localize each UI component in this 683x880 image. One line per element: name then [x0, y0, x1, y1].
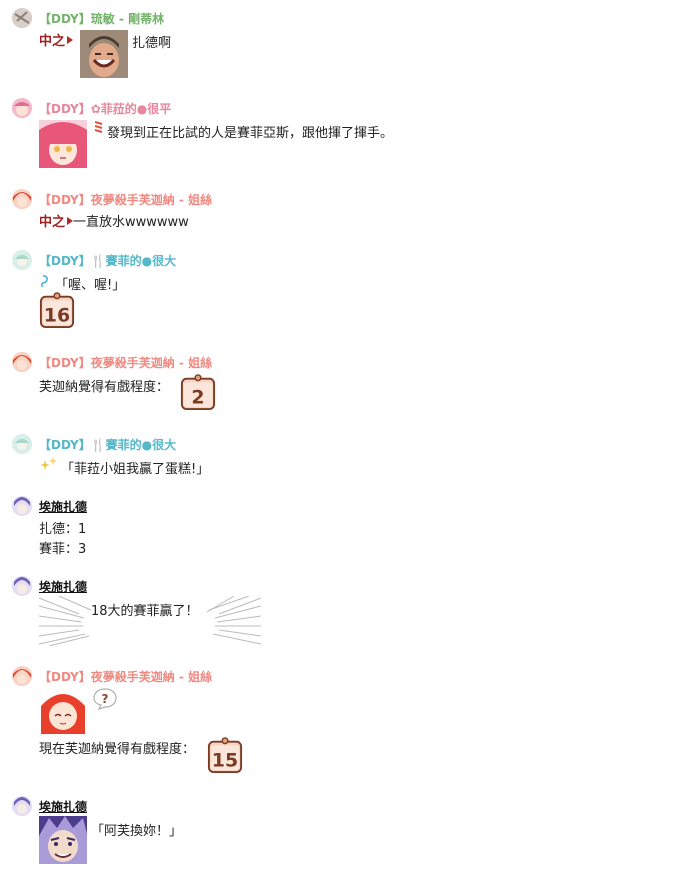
purple-avatar[interactable]: [12, 496, 32, 516]
counter-value: 15: [212, 749, 238, 771]
sender-name[interactable]: 【DDY】琉敏 - 剛蒂林: [39, 10, 164, 27]
sender-name[interactable]: 埃施扎德: [39, 578, 87, 595]
red-girl-smiling[interactable]: [39, 686, 87, 734]
sender-name[interactable]: 【DDY】🍴賽菲的●很大: [39, 252, 176, 269]
scribble-icon: [94, 121, 103, 133]
message-text: 扎德：1: [39, 522, 87, 537]
pink-girl-portrait[interactable]: [39, 120, 87, 168]
red-girl-avatar[interactable]: [12, 189, 32, 209]
chat-message: 埃施扎德 18大的賽菲贏了！: [12, 576, 673, 650]
sender-name[interactable]: 【DDY】✿菲菈的●很平: [39, 100, 171, 117]
chat-message: 【DDY】夜夢殺手芙迦納 - 姐絲 中之 一直放水wwwwww: [12, 189, 673, 230]
message-text: 「喔、喔!」: [55, 278, 126, 293]
purple-avatar[interactable]: [12, 576, 32, 596]
chat-message: 埃施扎德 「阿芙換妳！」: [12, 796, 673, 872]
tag-label: 中之: [39, 215, 66, 230]
purple-man-portrait[interactable]: [39, 816, 87, 864]
chat-message: 【DDY】✿菲菈的●很平 發現到正在比試的人是賽菲亞斯，跟他揮了揮手。: [12, 98, 673, 170]
message-text: 發現到正在比試的人是賽菲亞斯，跟他揮了揮手。: [107, 126, 394, 141]
ryumin-avatar[interactable]: [12, 8, 32, 28]
message-text: 「菲菈小姐我贏了蛋糕!」: [61, 462, 210, 477]
message-text: 18大的賽菲贏了！: [91, 604, 199, 619]
chat-message: 【DDY】夜夢殺手芙迦納 - 姐絲 芙迦納覺得有戲程度： 2: [12, 352, 673, 414]
message-text: 現在芙迦納覺得有戲程度：: [39, 742, 196, 757]
sender-name[interactable]: 【DDY】夜夢殺手芙迦納 - 姐絲: [39, 191, 212, 208]
teal-avatar[interactable]: [12, 434, 32, 454]
chat-message: 埃施扎德 扎德：1 賽菲：3: [12, 496, 673, 557]
message-text: 一直放水wwwwww: [73, 215, 189, 230]
message-text: 芙迦納覺得有戲程度：: [39, 380, 170, 395]
triangle-icon: [67, 36, 74, 44]
red-girl-avatar[interactable]: [12, 352, 32, 372]
note-icon: [41, 275, 48, 287]
counter-badge-icon: 16: [39, 292, 75, 328]
sparkle-icon: [40, 457, 57, 470]
svg-text:?: ?: [102, 692, 109, 706]
teal-avatar[interactable]: [12, 250, 32, 270]
question-bubble-icon: ?: [93, 688, 117, 710]
counter-badge-icon: 15: [207, 737, 243, 773]
sender-name[interactable]: 【DDY】🍴賽菲的●很大: [39, 436, 176, 453]
chat-message: 【DDY】🍴賽菲的●很大 「喔、喔!」 16: [12, 250, 673, 332]
counter-badge-icon: 2: [180, 374, 216, 410]
sender-name[interactable]: 【DDY】夜夢殺手芙迦納 - 姐絲: [39, 354, 212, 371]
sender-name[interactable]: 埃施扎德: [39, 498, 87, 515]
message-text: 扎德啊: [132, 36, 172, 51]
counter-value: 2: [191, 386, 204, 408]
chat-message: 【DDY】🍴賽菲的●很大 「菲菈小姐我贏了蛋糕!」: [12, 434, 673, 477]
purple-avatar[interactable]: [12, 796, 32, 816]
photo-man-laughing[interactable]: [80, 30, 128, 78]
sender-name[interactable]: 埃施扎德: [39, 798, 87, 815]
sender-name[interactable]: 【DDY】夜夢殺手芙迦納 - 姐絲: [39, 668, 212, 685]
red-girl-avatar[interactable]: [12, 666, 32, 686]
tag-label: 中之: [39, 34, 66, 49]
chat-message: 【DDY】夜夢殺手芙迦納 - 姐絲 ? 現在芙迦納覺得有戲程度： 15: [12, 666, 673, 778]
message-text: 「阿芙換妳！」: [91, 824, 183, 839]
message-text: 賽菲：3: [39, 542, 87, 557]
counter-value: 16: [44, 304, 70, 326]
chat-message: 【DDY】琉敏 - 剛蒂林 中之 扎德啊: [12, 8, 673, 83]
pink-girl-avatar[interactable]: [12, 98, 32, 118]
